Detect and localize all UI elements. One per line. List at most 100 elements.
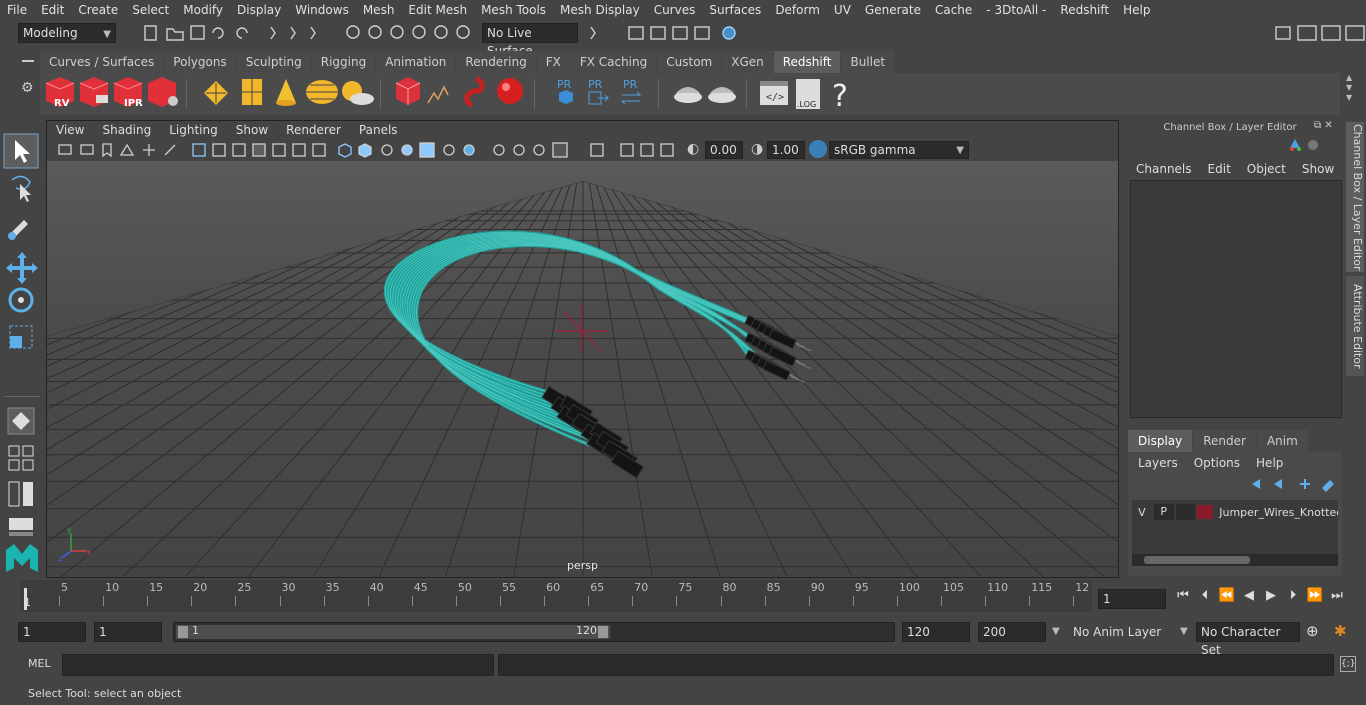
step-forward-frame-icon[interactable]: ⏩ (1304, 588, 1326, 603)
shelf-tab-xgen[interactable]: XGen (722, 51, 773, 73)
layer-playback-toggle[interactable]: P (1153, 504, 1174, 520)
toggle-icon[interactable] (1308, 140, 1318, 150)
menu-3dtoall[interactable]: - 3DtoAll - (979, 3, 1053, 17)
move-tool-icon[interactable] (6, 252, 38, 284)
shelf-tab-rendering[interactable]: Rendering (456, 51, 536, 73)
viewport-menu-lighting[interactable]: Lighting (160, 123, 227, 137)
menu-cache[interactable]: Cache (928, 3, 979, 17)
menu-set-dropdown[interactable]: Modeling ▼ (18, 23, 116, 43)
play-backward-icon[interactable]: ◀ (1238, 588, 1260, 603)
layer-tab-render[interactable]: Render (1193, 430, 1256, 452)
shelf-menu-icon[interactable] (22, 60, 34, 62)
current-frame-field[interactable]: 1 (1098, 589, 1166, 609)
preferences-icon[interactable]: ✱ (1334, 622, 1347, 640)
go-to-end-icon[interactable]: ⏭ (1326, 588, 1348, 603)
shelf-icons[interactable]: RV IPR PR PR PR </> .LOG ? (40, 73, 1340, 115)
scroll-thumb[interactable] (1144, 556, 1250, 564)
menu-uv[interactable]: UV (827, 3, 858, 17)
viewport-scene[interactable]: y z x persp (47, 161, 1118, 577)
layer-menu-help[interactable]: Help (1248, 456, 1291, 470)
menu-generate[interactable]: Generate (858, 3, 928, 17)
step-forward-key-icon[interactable]: ⏵ (1282, 588, 1304, 603)
menu-edit[interactable]: Edit (34, 3, 71, 17)
menu-file[interactable]: File (0, 3, 34, 17)
channel-menu-show[interactable]: Show (1294, 162, 1342, 176)
range-slider[interactable]: 1 120 (173, 622, 895, 642)
viewport-menu-show[interactable]: Show (227, 123, 277, 137)
layer-scrollbar[interactable] (1132, 554, 1338, 566)
anim-layer-dropdown[interactable]: No Anim Layer (1068, 622, 1176, 642)
paint-select-icon[interactable] (8, 220, 28, 240)
layout-single-icon[interactable] (9, 518, 33, 536)
tab-channel-box[interactable]: Channel Box / Layer Editor (1346, 122, 1364, 272)
shelf-controls[interactable]: ⚙ (18, 52, 38, 118)
layer-tab-anim[interactable]: Anim (1256, 430, 1308, 452)
menu-deform[interactable]: Deform (768, 3, 827, 17)
channel-box-area[interactable] (1130, 180, 1342, 418)
menu-display[interactable]: Display (230, 3, 288, 17)
menu-modify[interactable]: Modify (176, 3, 230, 17)
shelf-tab-bullet[interactable]: Bullet (841, 51, 895, 73)
lasso-tool-icon[interactable] (11, 175, 31, 202)
end-time-field[interactable]: 200 (978, 622, 1046, 642)
viewport-icons[interactable] (53, 141, 693, 159)
color-space-dropdown[interactable]: sRGB gamma ▼ (829, 141, 969, 159)
viewport-menu-panels[interactable]: Panels (350, 123, 407, 137)
gamma-field[interactable]: 1.00 (767, 141, 805, 159)
shelf-tab-fx-caching[interactable]: FX Caching (570, 51, 657, 73)
viewport-menu-renderer[interactable]: Renderer (277, 123, 350, 137)
shelf-tab-custom[interactable]: Custom (657, 51, 722, 73)
shelf-tab-polygons[interactable]: Polygons (164, 51, 236, 73)
layer-color-swatch[interactable] (1197, 505, 1214, 519)
shelf-tab-animation[interactable]: Animation (376, 51, 456, 73)
workspace-icons[interactable] (1270, 22, 1366, 44)
tab-attribute-editor[interactable]: Attribute Editor (1346, 276, 1364, 376)
gear-icon[interactable]: ⚙ (21, 80, 36, 96)
channel-menu-channels[interactable]: Channels (1128, 162, 1200, 176)
menu-windows[interactable]: Windows (288, 3, 356, 17)
step-back-frame-icon[interactable]: ⏪ (1216, 588, 1238, 603)
layout-outliner-icon[interactable] (8, 481, 33, 507)
layout-four-icon[interactable] (8, 445, 34, 471)
layer-menu-options[interactable]: Options (1186, 456, 1248, 470)
channel-box-options-icon[interactable] (1288, 138, 1302, 152)
time-slider[interactable]: 1 5 10 15 20 25 30 35 40 45 50 55 60 65 70 75 80 85 90 95 1… (20, 580, 1092, 612)
scale-tool-icon[interactable] (9, 325, 33, 349)
range-start-handle[interactable] (178, 626, 188, 638)
soft-select-icon[interactable] (7, 407, 35, 435)
layer-type-toggle[interactable] (1175, 504, 1196, 520)
channel-menu-edit[interactable]: Edit (1200, 162, 1239, 176)
color-management-icon[interactable] (809, 140, 827, 158)
shelf-tab-curves-surfaces[interactable]: Curves / Surfaces (40, 51, 164, 73)
shelf-tab-fx[interactable]: FX (536, 51, 570, 73)
channel-menu-object[interactable]: Object (1239, 162, 1294, 176)
command-input[interactable] (62, 654, 494, 676)
status-line-icons[interactable] (125, 23, 475, 43)
menu-curves[interactable]: Curves (647, 3, 703, 17)
step-back-key-icon[interactable]: ⏴ (1194, 588, 1216, 603)
viewport-menu-view[interactable]: View (47, 123, 93, 137)
layer-tab-display[interactable]: Display (1128, 430, 1193, 452)
menu-help[interactable]: Help (1116, 3, 1157, 17)
shelf-scroll[interactable]: ▲ ▼ ▼ (1346, 73, 1356, 115)
menu-create[interactable]: Create (71, 3, 125, 17)
layer-visibility-toggle[interactable]: V (1132, 506, 1152, 519)
render-icons[interactable] (585, 23, 745, 43)
viewport-menu-shading[interactable]: Shading (93, 123, 160, 137)
menu-mesh-tools[interactable]: Mesh Tools (474, 3, 553, 17)
exposure-field[interactable]: 0.00 (705, 141, 743, 159)
play-forward-icon[interactable]: ▶ (1260, 588, 1282, 603)
menu-mesh[interactable]: Mesh (356, 3, 402, 17)
shelf-tab-sculpting[interactable]: Sculpting (236, 51, 311, 73)
layer-tool-icons[interactable] (1244, 476, 1340, 492)
command-language-label[interactable]: MEL (28, 657, 51, 670)
viewport-panel[interactable]: View Shading Lighting Show Renderer Panels (46, 120, 1119, 578)
playback-start-field[interactable]: 1 (94, 622, 162, 642)
menu-mesh-display[interactable]: Mesh Display (553, 3, 647, 17)
select-tool-icon[interactable] (3, 133, 39, 169)
range-end-handle[interactable] (598, 626, 608, 638)
menu-redshift[interactable]: Redshift (1053, 3, 1116, 17)
chevron-down-icon[interactable]: ▼ (1052, 626, 1060, 637)
range-slider-thumb[interactable] (176, 625, 610, 639)
panel-window-icons[interactable]: ⧉ ✕ (1314, 120, 1333, 131)
